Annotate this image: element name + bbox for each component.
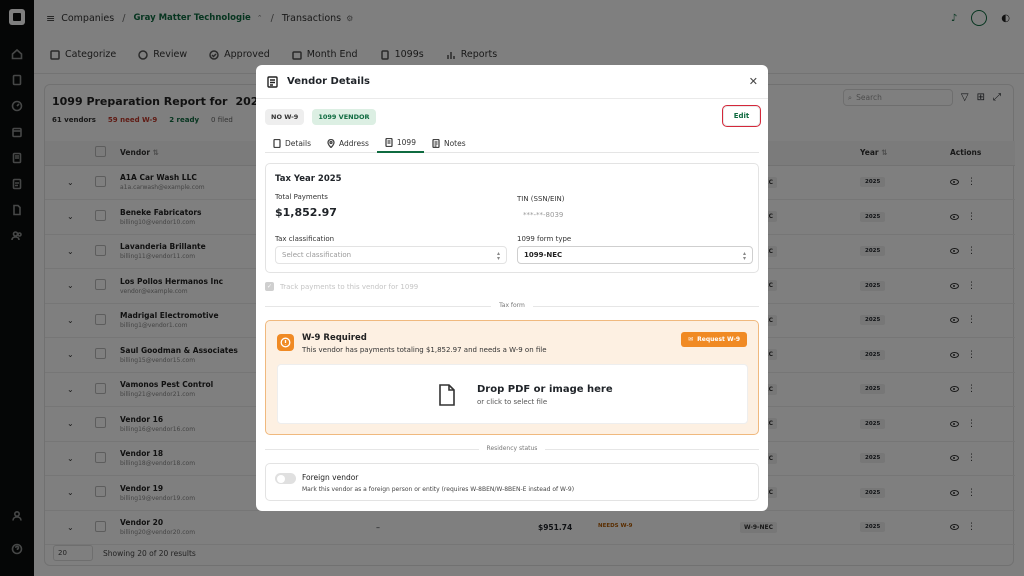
vendor-details-modal: Vendor Details ✕ NO W-9 1099 VENDOR Edit…: [256, 65, 768, 511]
tab-label: Address: [339, 138, 369, 148]
dropzone-title: Drop PDF or image here: [477, 384, 613, 395]
file-dropzone[interactable]: Drop PDF or image here or click to selec…: [277, 364, 748, 424]
total-payments-label: Total Payments: [275, 193, 328, 201]
request-w9-label: Request W-9: [697, 336, 740, 343]
foreign-vendor-toggle[interactable]: [275, 473, 296, 484]
tab-notes[interactable]: Notes: [424, 133, 474, 153]
modal-title: Vendor Details: [287, 76, 370, 87]
tax-classification-placeholder: Select classification: [282, 251, 352, 259]
modal-tabs: Details Address 1099 Notes: [265, 133, 759, 153]
document-icon: [267, 75, 278, 88]
total-payments-value: $1,852.97: [275, 206, 337, 219]
w9-title: W-9 Required: [302, 333, 367, 343]
tin-label: TIN (SSN/EIN): [517, 195, 565, 203]
notes-icon: [432, 138, 440, 148]
form-type-value: 1099-NEC: [524, 251, 563, 259]
mail-icon: ✉: [688, 336, 694, 343]
select-caret-icon: ▴ ▾: [742, 250, 746, 262]
tab-1099[interactable]: 1099: [376, 133, 424, 153]
file-icon: [273, 138, 281, 148]
file-icon: [439, 384, 455, 406]
vendor-badges: NO W-9 1099 VENDOR: [265, 109, 376, 125]
tab-details[interactable]: Details: [265, 133, 319, 153]
tab-label: Notes: [443, 138, 466, 148]
form-type-select[interactable]: 1099-NEC ▴ ▾: [517, 246, 753, 264]
alert-icon: [277, 334, 294, 351]
form-icon: [385, 137, 393, 147]
no-w9-badge: NO W-9: [265, 109, 305, 125]
tin-field: ***-**-8039: [517, 206, 753, 224]
tab-label: Details: [285, 138, 312, 148]
location-pin-icon: [327, 138, 335, 148]
tab-label: 1099: [396, 137, 416, 147]
residency-divider: Residency status: [256, 445, 768, 452]
tab-address[interactable]: Address: [319, 133, 377, 153]
select-caret-icon: ▴ ▾: [496, 250, 500, 262]
tax-year-card: Tax Year 2025 Total Payments $1,852.97 T…: [265, 163, 759, 273]
dropzone-subtitle: or click to select file: [477, 398, 548, 406]
tax-classification-label: Tax classification: [275, 235, 335, 243]
w9-required-panel: W-9 Required This vendor has payments to…: [265, 320, 759, 435]
foreign-vendor-title: Foreign vendor: [302, 473, 359, 482]
vendor-1099-badge: 1099 VENDOR: [312, 109, 376, 125]
foreign-vendor-description: Mark this vendor as a foreign person or …: [302, 486, 575, 493]
foreign-vendor-card: Foreign vendor Mark this vendor as a for…: [265, 463, 759, 501]
divider-label: Residency status: [478, 445, 546, 452]
form-type-label: 1099 form type: [517, 235, 572, 243]
include-1099-label: Track payments to this vendor for 1099: [280, 282, 419, 291]
tax-year-heading: Tax Year 2025: [275, 174, 342, 184]
request-w9-button[interactable]: ✉ Request W-9: [681, 332, 747, 347]
close-icon[interactable]: ✕: [749, 75, 758, 88]
include-1099-option: ✓ Track payments to this vendor for 1099: [265, 282, 418, 291]
tax-form-divider: Tax form: [256, 302, 768, 309]
w9-description: This vendor has payments totaling $1,852…: [302, 346, 547, 354]
divider-label: Tax form: [491, 302, 533, 309]
edit-label: Edit: [733, 112, 750, 120]
include-1099-checkbox[interactable]: ✓: [265, 282, 274, 291]
edit-button[interactable]: Edit: [722, 105, 761, 127]
tax-classification-select[interactable]: Select classification ▴ ▾: [275, 246, 507, 264]
tin-value: ***-**-8039: [523, 211, 564, 219]
